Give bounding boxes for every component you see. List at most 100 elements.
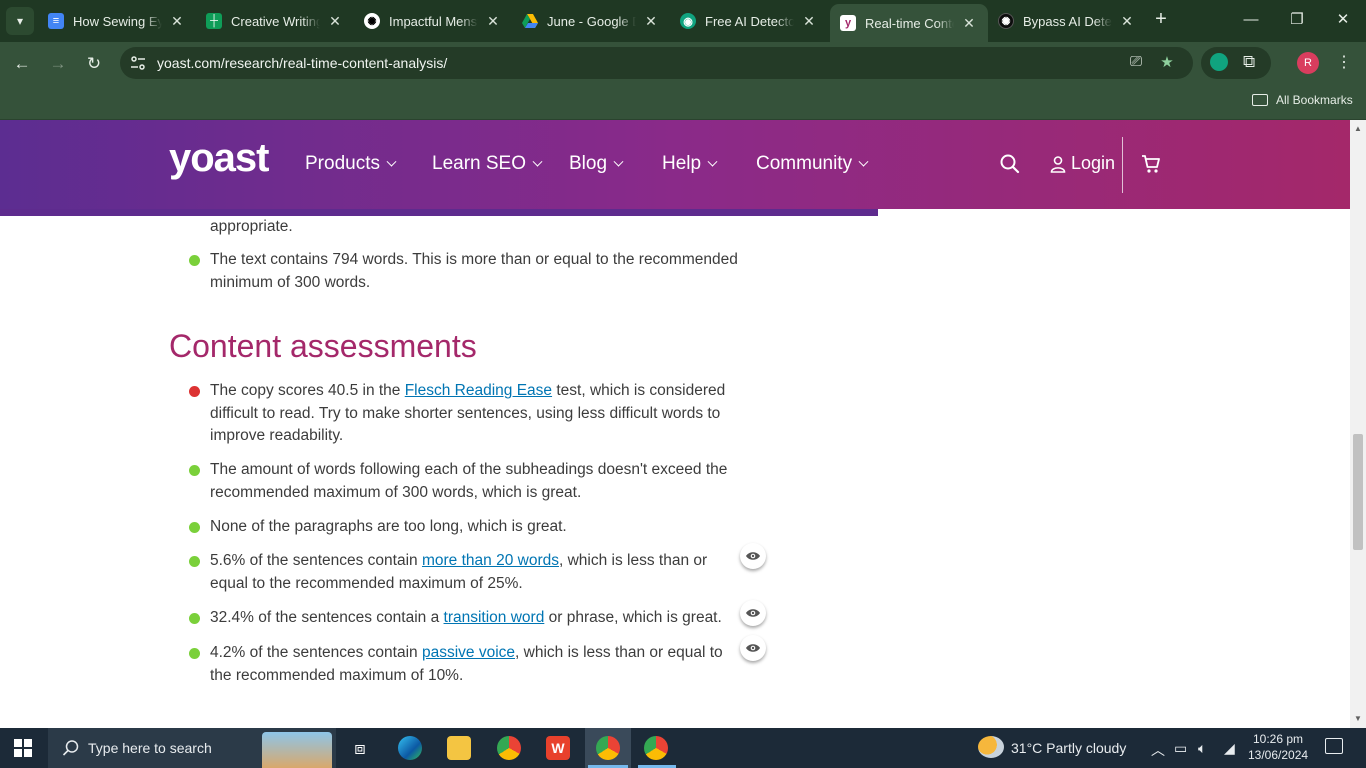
header-underline xyxy=(0,209,878,216)
yoast-logo[interactable]: yoast xyxy=(169,136,269,181)
chrome-profile-icon[interactable] xyxy=(596,736,620,760)
sentence-length-link[interactable]: more than 20 words xyxy=(422,552,559,569)
file-explorer-icon[interactable] xyxy=(447,736,471,760)
menu-community[interactable]: Community xyxy=(756,153,869,175)
transition-word-link[interactable]: transition word xyxy=(444,609,545,626)
site-info-icon[interactable] xyxy=(130,55,146,71)
scroll-up-arrow-icon[interactable]: ▲ xyxy=(1353,124,1363,133)
profile-avatar[interactable]: R xyxy=(1297,52,1319,74)
tab-strip: ▾ ≡ How Sewing Eye ✕ ┼ Creative Writing … xyxy=(0,0,1366,42)
reload-button[interactable]: ↻ xyxy=(80,50,108,78)
bookmarks-bar: All Bookmarks xyxy=(0,84,1366,120)
volume-icon[interactable]: 🔈︎ xyxy=(1198,740,1206,757)
close-tab-icon[interactable]: ✕ xyxy=(800,13,818,30)
eye-icon[interactable] xyxy=(740,543,766,569)
chevron-down-icon xyxy=(386,156,397,167)
scrollbar-thumb[interactable] xyxy=(1353,434,1363,550)
scroll-down-arrow-icon[interactable]: ▼ xyxy=(1353,714,1363,723)
page-viewport: yoast Products Learn SEO Blog Help Commu… xyxy=(0,120,1350,728)
minimize-button[interactable]: — xyxy=(1228,8,1274,32)
chevron-down-icon xyxy=(532,156,543,167)
close-tab-icon[interactable]: ✕ xyxy=(960,15,978,32)
cart-icon[interactable] xyxy=(1140,153,1162,175)
forward-button[interactable]: → xyxy=(44,50,72,78)
browser-toolbar: ← → ↻ yoast.com/research/real-time-conte… xyxy=(0,42,1366,84)
close-tab-icon[interactable]: ✕ xyxy=(326,13,344,30)
google-sheets-icon: ┼ xyxy=(206,13,222,29)
network-icon[interactable]: ◢ xyxy=(1224,740,1235,757)
bookmark-star-icon[interactable]: ★ xyxy=(1156,53,1178,73)
puzzle-extensions-icon[interactable]: ⧉ xyxy=(1243,52,1255,72)
edge-browser-icon[interactable] xyxy=(398,736,422,760)
chevron-down-icon xyxy=(707,156,718,167)
yoast-icon: y xyxy=(840,15,856,31)
close-tab-icon[interactable]: ✕ xyxy=(168,13,186,30)
clock[interactable]: 10:26 pm 13/06/2024 xyxy=(1248,731,1308,763)
ai-detector-extension-icon[interactable] xyxy=(1210,53,1228,71)
folder-icon xyxy=(1252,94,1268,106)
restore-button[interactable]: ❐ xyxy=(1274,8,1320,32)
back-button[interactable]: ← xyxy=(8,50,36,78)
tab[interactable]: ✺ Bypass AI Detect ✕ xyxy=(988,4,1146,38)
header-divider xyxy=(1122,137,1123,193)
chevron-down-icon xyxy=(613,156,624,167)
site-header: yoast Products Learn SEO Blog Help Commu… xyxy=(0,120,1350,209)
page-scrollbar[interactable]: ▲ ▼ xyxy=(1350,120,1366,728)
flesch-reading-ease-link[interactable]: Flesch Reading Ease xyxy=(405,382,552,399)
section-heading: Content assessments xyxy=(169,328,477,364)
openai-icon: ✺ xyxy=(998,13,1014,29)
chevron-down-icon xyxy=(858,156,869,167)
new-tab-button[interactable]: + xyxy=(1150,8,1172,32)
battery-icon[interactable]: ▭ xyxy=(1174,740,1187,757)
weather-widget[interactable]: 31°C Partly cloudy xyxy=(1011,740,1126,756)
close-window-button[interactable]: ✕ xyxy=(1320,8,1366,32)
status-good-icon xyxy=(189,522,200,533)
status-good-icon xyxy=(189,556,200,567)
close-tab-icon[interactable]: ✕ xyxy=(642,13,660,30)
windows-start-icon[interactable] xyxy=(14,739,32,757)
menu-learn-seo[interactable]: Learn SEO xyxy=(432,153,543,175)
tab[interactable]: ✺ Impactful Menst ✕ xyxy=(354,4,512,38)
url-text[interactable]: yoast.com/research/real-time-content-ana… xyxy=(157,55,447,71)
all-bookmarks-button[interactable]: All Bookmarks xyxy=(1252,93,1353,107)
taskbar-search-box[interactable]: Type here to search xyxy=(48,728,336,768)
menu-help[interactable]: Help xyxy=(662,153,718,175)
close-tab-icon[interactable]: ✕ xyxy=(1118,13,1136,30)
eye-icon[interactable] xyxy=(740,600,766,626)
notifications-icon[interactable] xyxy=(1325,738,1343,754)
status-good-icon xyxy=(189,465,200,476)
show-hidden-icons-icon[interactable]: ︿ xyxy=(1151,740,1165,760)
install-app-icon[interactable]: ⎚ xyxy=(1125,53,1147,73)
partly-cloudy-icon xyxy=(978,736,1004,758)
search-icon[interactable] xyxy=(998,152,1022,176)
passive-voice-link[interactable]: passive voice xyxy=(422,644,515,661)
address-bar[interactable]: yoast.com/research/real-time-content-ana… xyxy=(120,47,1193,79)
tab[interactable]: ┼ Creative Writing ✕ xyxy=(196,4,354,38)
user-icon xyxy=(1050,155,1066,173)
windows-taskbar: Type here to search ⧈ W 31°C Partly clou… xyxy=(0,728,1366,768)
tab[interactable]: ◉ Free AI Detector ✕ xyxy=(670,4,828,38)
chrome-profile-icon[interactable] xyxy=(644,736,668,760)
browser-menu-icon[interactable]: ⋮ xyxy=(1334,52,1354,72)
eye-icon[interactable] xyxy=(740,635,766,661)
status-good-icon xyxy=(189,255,200,266)
tab[interactable]: ≡ How Sewing Eye ✕ xyxy=(38,4,196,38)
google-docs-icon: ≡ xyxy=(48,13,64,29)
search-highlight-illustration xyxy=(262,732,332,768)
ai-detector-icon: ◉ xyxy=(680,13,696,29)
extensions-area: ⧉ xyxy=(1201,47,1271,79)
tab-active[interactable]: y Real-time Conte ✕ xyxy=(830,4,988,42)
menu-products[interactable]: Products xyxy=(305,153,397,175)
text-fragment: appropriate. xyxy=(210,218,293,235)
task-view-icon[interactable]: ⧈ xyxy=(348,736,372,760)
search-icon xyxy=(62,740,79,756)
menu-blog[interactable]: Blog xyxy=(569,153,624,175)
google-drive-icon xyxy=(522,13,538,29)
tab-search-button[interactable]: ▾ xyxy=(6,7,34,35)
tab[interactable]: June - Google D ✕ xyxy=(512,4,670,38)
wps-office-icon[interactable]: W xyxy=(546,736,570,760)
chrome-icon[interactable] xyxy=(497,736,521,760)
login-link[interactable]: Login xyxy=(1049,153,1115,174)
openai-icon: ✺ xyxy=(364,13,380,29)
close-tab-icon[interactable]: ✕ xyxy=(484,13,502,30)
